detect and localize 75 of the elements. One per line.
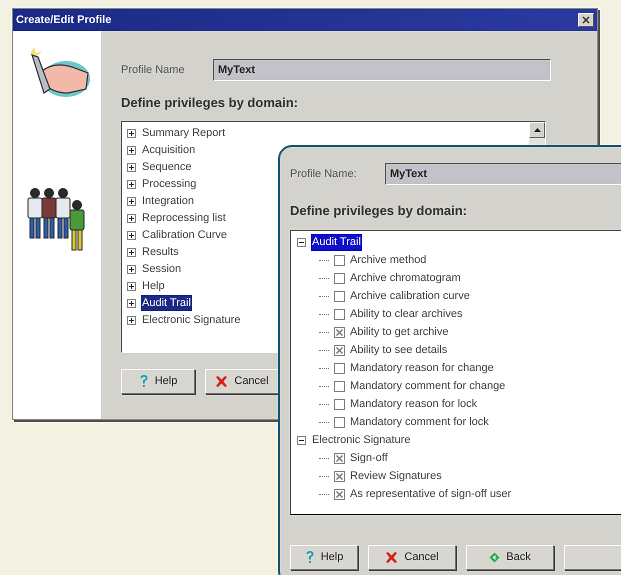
profile-name-label: Profile Name xyxy=(121,62,186,78)
privilege-label: Mandatory reason for lock xyxy=(350,397,478,412)
question-mark-icon xyxy=(138,374,149,388)
up-arrow-icon xyxy=(534,128,540,132)
privilege-label: Sign-off xyxy=(350,451,388,466)
privilege-label: Mandatory comment for change xyxy=(350,379,506,394)
privilege-label: Ability to clear archives xyxy=(350,307,462,322)
expand-icon[interactable] xyxy=(127,230,136,240)
privileges-heading: Define privileges by domain: xyxy=(290,202,468,220)
expand-icon[interactable] xyxy=(127,214,136,222)
scroll-up-button[interactable] xyxy=(529,122,545,138)
help-button[interactable]: Help xyxy=(121,368,195,394)
checkbox[interactable] xyxy=(334,255,345,266)
tree-item[interactable]: Audit Trail xyxy=(141,294,192,312)
close-icon xyxy=(582,16,590,24)
privileges-heading: Define privileges by domain: xyxy=(121,94,299,112)
expand-icon[interactable] xyxy=(127,248,136,256)
privilege-label: Archive chromatogram xyxy=(350,271,461,286)
expand-icon[interactable] xyxy=(127,146,136,154)
expand-icon[interactable] xyxy=(127,162,136,172)
tree-item[interactable]: Electronic Signature xyxy=(311,432,412,449)
expand-icon[interactable] xyxy=(127,316,136,324)
tree-item[interactable]: Calibration Curve xyxy=(141,226,228,244)
profile-name-field[interactable]: MyText xyxy=(213,59,551,81)
profile-name-field[interactable]: MyText xyxy=(385,163,621,185)
checkbox[interactable] xyxy=(334,381,345,392)
tree-item[interactable]: Electronic Signature xyxy=(141,312,242,328)
checkbox[interactable] xyxy=(334,489,345,500)
tree-item[interactable]: Session xyxy=(141,260,182,278)
tree-item[interactable]: Audit Trail xyxy=(311,234,362,251)
checkbox[interactable] xyxy=(334,327,345,338)
checkbox[interactable] xyxy=(334,273,345,284)
help-button[interactable]: Help xyxy=(290,544,358,570)
collapse-icon[interactable] xyxy=(297,436,306,445)
tree-item[interactable]: Results xyxy=(141,244,180,260)
cancel-button[interactable]: Cancel xyxy=(368,544,456,570)
checkbox[interactable] xyxy=(334,309,345,320)
expand-icon[interactable] xyxy=(127,264,136,274)
collapse-icon[interactable] xyxy=(297,238,306,247)
privilege-label: Ability to see details xyxy=(350,343,448,358)
tree-item[interactable]: Integration xyxy=(141,192,195,210)
back-button[interactable]: Back xyxy=(466,544,554,570)
checkbox[interactable] xyxy=(334,399,345,410)
expand-icon[interactable] xyxy=(127,180,136,188)
privilege-label: Mandatory reason for change xyxy=(350,361,494,376)
profile-name-label: Profile Name: xyxy=(290,166,358,182)
tree-item[interactable]: Sequence xyxy=(141,158,193,176)
checkbox[interactable] xyxy=(334,345,345,356)
x-mark-icon xyxy=(385,550,398,564)
question-mark-icon xyxy=(304,550,315,564)
cancel-button[interactable]: Cancel xyxy=(205,368,279,394)
tree-item[interactable]: Summary Report xyxy=(141,124,226,142)
x-mark-icon xyxy=(215,374,228,388)
checkbox[interactable] xyxy=(334,417,345,428)
checkbox[interactable] xyxy=(334,471,345,482)
checkbox[interactable] xyxy=(334,453,345,464)
privilege-label: Mandatory comment for lock xyxy=(350,415,489,430)
tree-item[interactable]: Acquisition xyxy=(141,142,196,158)
window-title: Create/Edit Profile xyxy=(16,12,112,28)
privilege-label: Archive method xyxy=(350,253,426,268)
expand-icon[interactable] xyxy=(127,196,136,206)
expand-icon[interactable] xyxy=(127,128,136,138)
back-arrow-icon xyxy=(489,552,500,562)
close-button[interactable] xyxy=(578,13,594,27)
tree-item[interactable]: Help xyxy=(141,278,166,294)
checkbox[interactable] xyxy=(334,363,345,374)
checkbox[interactable] xyxy=(334,291,345,302)
expand-icon[interactable] xyxy=(127,298,136,308)
privilege-label: As representative of sign-off user xyxy=(350,487,512,502)
expand-icon[interactable] xyxy=(127,282,136,290)
privilege-label: Review Signatures xyxy=(350,469,442,484)
tree-item[interactable]: Processing xyxy=(141,176,198,192)
tree-item[interactable]: Reprocessing list xyxy=(141,210,227,226)
privilege-label: Archive calibration curve xyxy=(350,289,470,304)
privilege-label: Ability to get archive xyxy=(350,325,448,340)
